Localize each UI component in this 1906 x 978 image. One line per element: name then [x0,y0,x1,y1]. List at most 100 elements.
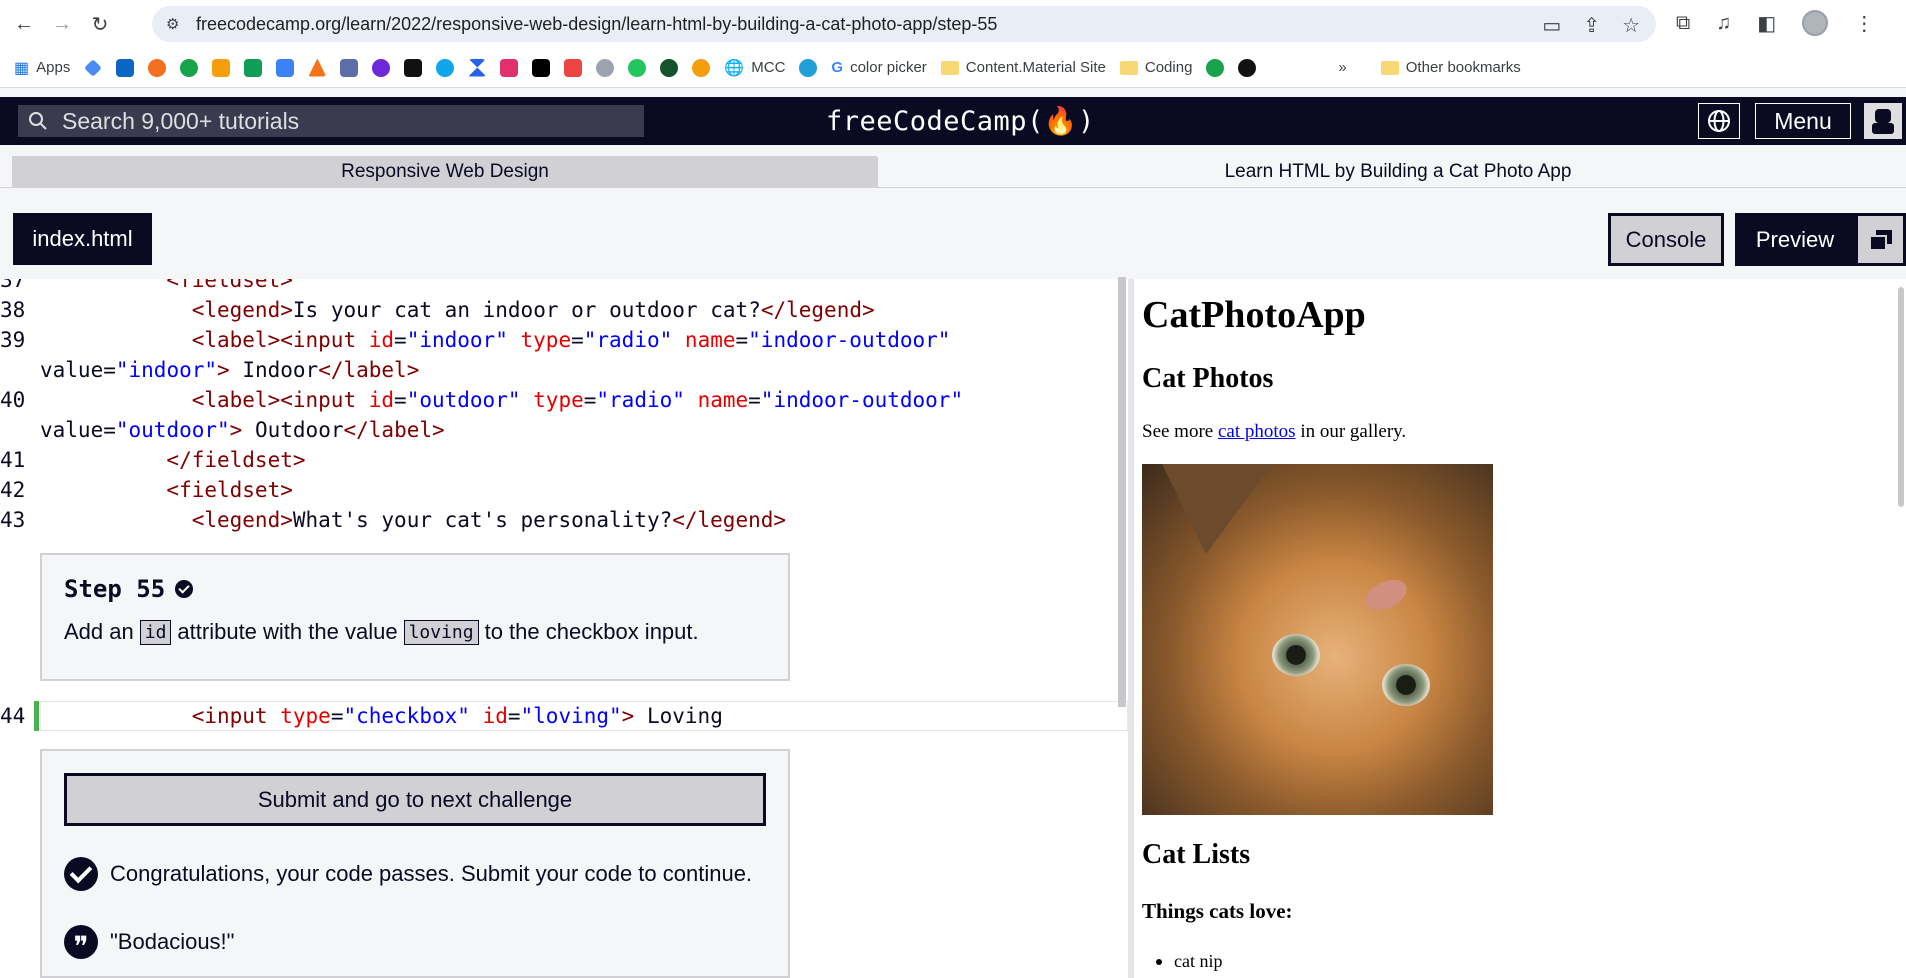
bookmark-icon-13[interactable] [468,54,487,82]
media-icon[interactable]: ♫ [1716,12,1731,35]
editor-scrollbar[interactable] [1118,277,1126,707]
inline-code: loving [403,619,479,645]
cat-photos-link[interactable]: cat photos [1218,421,1296,442]
preview-pane: CatPhotoApp Cat Photos See more cat phot… [1134,279,1906,978]
bookmark-telegram[interactable] [799,54,818,82]
bookmark-coding[interactable]: Coding [1119,54,1192,82]
inline-code: id [139,619,172,645]
bookmark-icon-9[interactable] [340,54,359,82]
check-circle-icon [64,857,98,891]
bookmark-tiktok[interactable] [532,54,551,82]
submit-next-challenge-button[interactable]: Submit and go to next challenge [64,773,766,826]
install-app-icon[interactable]: ▭ [1542,13,1561,38]
bookmark-favicon [84,58,103,77]
preview-subheading-lists: Cat Lists [1142,839,1251,870]
code-line[interactable]: 43 <legend>What's your cat's personality… [0,505,786,535]
bookmark-icon-8[interactable] [308,54,327,82]
bookmark-mcc[interactable]: 🌐 MCC [724,54,785,82]
active-code-line-text[interactable]: 44 <input type="checkbox" id="loving"> L… [0,701,723,731]
code-line[interactable]: 40 <label><input id="outdoor" type="radi… [0,385,963,415]
google-icon: G [831,59,844,76]
check-circle-icon [175,580,194,598]
step-instructions: Add an id attribute with the value lovin… [64,619,699,645]
cat-photo-image[interactable] [1142,464,1493,815]
code-text: <input type="checkbox" id="loving"> Lovi… [191,704,723,728]
step-description-panel: Step 55 Add an id attribute with the val… [40,553,790,681]
file-tab-index-html[interactable]: index.html [13,213,152,265]
back-icon[interactable]: ← [10,10,38,38]
step-title: Step 55 [64,575,766,603]
bookmark-favicon [692,58,711,77]
site-info-icon[interactable]: ⚙ [166,15,184,33]
preview-button[interactable]: Preview [1735,213,1855,266]
breadcrumb-block[interactable]: Learn HTML by Building a Cat Photo App [890,156,1906,188]
bookmark-icon-7[interactable] [276,54,295,82]
bookmark-icon-10app[interactable] [1206,54,1225,82]
search-placeholder[interactable]: Search 9,000+ tutorials [62,108,299,135]
forward-icon[interactable]: → [48,10,76,38]
fcc-logo[interactable]: freeCodeCamp(🔥) [826,105,1095,137]
bookmark-icon-10[interactable] [372,54,391,82]
bookmark-favicon [1206,58,1225,77]
bookmark-icon-1[interactable] [84,54,103,82]
bookmark-icon-16[interactable] [564,54,583,82]
bookmark-icon-19[interactable] [660,54,679,82]
bookmark-star-icon[interactable]: ☆ [1622,13,1640,38]
search-icon [29,112,47,130]
bullet [1156,959,1162,965]
bookmark-favicon [212,58,231,77]
bookmark-favicon [404,58,423,77]
bookmark-github[interactable] [1238,54,1257,82]
url-text[interactable]: freecodecamp.org/learn/2022/responsive-w… [196,14,997,35]
bookmark-favicon [180,58,199,77]
extensions-icon[interactable]: ⧉ [1676,12,1690,35]
preview-scrollbar[interactable] [1898,287,1904,507]
bookmark-icon-5[interactable] [212,54,231,82]
bookmarks-bar: ▦ Apps 🌐 MCC G color picker Content.Mate… [0,48,1906,88]
reload-icon[interactable]: ↻ [86,10,114,38]
code-line[interactable]: value="indoor"> Indoor</label> [0,355,419,385]
user-avatar[interactable] [1864,103,1902,139]
profile-avatar[interactable] [1802,10,1829,36]
code-line[interactable]: 42 <fieldset> [0,475,293,505]
bookmark-favicon [148,58,167,77]
search-bar[interactable]: Search 9,000+ tutorials [18,105,644,137]
bookmark-sheets[interactable] [244,54,263,82]
bookmark-apps[interactable]: ▦ Apps [14,54,70,82]
bookmark-icon-20[interactable] [692,54,711,82]
bookmark-instagram[interactable] [500,54,519,82]
code-line[interactable]: 41 </fieldset> [0,445,306,475]
share-icon[interactable]: ⇪ [1583,13,1600,38]
bookmark-content-material[interactable]: Content.Material Site [940,54,1106,82]
chrome-menu-icon[interactable]: ⋮ [1854,11,1874,36]
bookmarks-overflow[interactable]: » [1338,54,1346,82]
telegram-icon [799,58,818,77]
bookmark-icon-11[interactable] [404,54,423,82]
popout-preview-icon[interactable] [1855,213,1906,266]
console-button[interactable]: Console [1608,213,1724,266]
code-line[interactable]: 39 <label><input id="indoor" type="radio… [0,325,950,355]
menu-button[interactable]: Menu [1755,103,1851,139]
bookmark-icon-18[interactable] [628,54,647,82]
address-bar[interactable]: ⚙ freecodecamp.org/learn/2022/responsive… [152,6,1656,42]
fcc-navbar: Search 9,000+ tutorials freeCodeCamp(🔥) … [0,97,1906,145]
breadcrumb-superblock[interactable]: Responsive Web Design [12,156,878,188]
bookmark-icon-3[interactable] [148,54,167,82]
bookmark-icon-17[interactable] [596,54,615,82]
code-line[interactable]: value="outdoor"> Outdoor</label> [0,415,445,445]
preview-subheading: Cat Photos [1142,363,1274,394]
bookmark-linkedin[interactable] [116,54,135,82]
side-panel-icon[interactable]: ◧ [1757,11,1776,36]
bookmark-icon-4[interactable] [180,54,199,82]
language-globe-icon[interactable] [1698,103,1740,139]
cat-eye-shape [1272,634,1320,676]
code-line[interactable]: 37 <fieldset> [0,279,293,295]
globe-icon: 🌐 [724,59,745,77]
bookmark-favicon [308,58,327,77]
bookmark-color-picker[interactable]: G color picker [831,54,926,82]
code-text: value="outdoor"> Outdoor</label> [40,418,445,442]
bookmark-icon-12[interactable] [436,54,455,82]
bookmark-favicon [596,58,615,77]
code-line[interactable]: 38 <legend>Is your cat an indoor or outd… [0,295,875,325]
bookmark-other[interactable]: Other bookmarks [1380,54,1521,82]
